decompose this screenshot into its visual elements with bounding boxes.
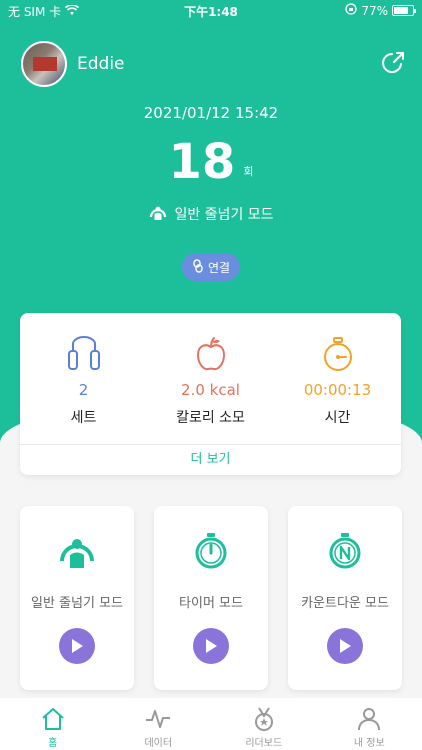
battery-percent: 77% xyxy=(361,3,388,18)
battery-icon xyxy=(392,5,416,16)
play-button[interactable] xyxy=(327,628,363,664)
connect-button[interactable]: 연결 xyxy=(182,253,240,281)
stat-time: 00:00:13 시간 xyxy=(274,335,401,427)
stat-sets-label: 세트 xyxy=(70,410,97,426)
home-icon xyxy=(0,706,106,732)
medal-icon xyxy=(211,706,317,732)
tab-bar: 홈 데이터 리더보드 내 정보 xyxy=(0,698,422,750)
mode-card-normal[interactable]: 일반 줄넘기 모드 xyxy=(20,506,134,690)
jump-rope-person-icon xyxy=(148,202,168,226)
mode-card-normal-label: 일반 줄넘기 모드 xyxy=(31,596,123,611)
stat-calories: 2.0 kcal 칼로리 소모 xyxy=(147,335,274,427)
tab-home-label: 홈 xyxy=(48,738,58,749)
connect-label: 연결 xyxy=(207,260,231,275)
apple-icon xyxy=(147,335,274,373)
jump-rope-person-icon xyxy=(20,530,134,570)
mode-card-countdown[interactable]: 카운트다운 모드 xyxy=(288,506,402,690)
timer-icon xyxy=(154,530,268,570)
more-link[interactable]: 더 보기 xyxy=(20,444,401,475)
status-bar: 无 SIM 卡 下午1:48 77% xyxy=(0,0,422,22)
username: Eddie xyxy=(77,54,125,74)
play-button[interactable] xyxy=(193,628,229,664)
stat-sets: 2 세트 xyxy=(20,335,147,427)
mode-card-countdown-label: 카운트다운 모드 xyxy=(301,596,389,611)
play-button[interactable] xyxy=(59,628,95,664)
chart-icon xyxy=(106,706,212,732)
stats-card: 2 세트 2.0 kcal 칼로리 소모 00:00:13 시간 더 보기 xyxy=(20,313,401,475)
tab-data[interactable]: 데이터 xyxy=(106,698,212,750)
countdown-icon xyxy=(288,530,402,570)
jump-count-unit: 회 xyxy=(243,165,254,179)
stat-calories-label: 칼로리 소모 xyxy=(176,410,245,426)
jump-count: 18 회 xyxy=(0,134,422,190)
current-mode-label: 일반 줄넘기 모드 xyxy=(174,207,274,223)
avatar[interactable] xyxy=(21,41,67,87)
stat-calories-value: 2.0 kcal xyxy=(181,381,240,399)
tab-leaderboard[interactable]: 리더보드 xyxy=(211,698,317,750)
stopwatch-icon xyxy=(274,335,401,373)
mode-card-timer[interactable]: 타이머 모드 xyxy=(154,506,268,690)
tab-my-info-label: 내 정보 xyxy=(353,738,385,749)
person-icon xyxy=(317,706,422,732)
stat-time-label: 시간 xyxy=(324,410,351,426)
tab-data-label: 데이터 xyxy=(144,738,173,749)
tab-my-info[interactable]: 내 정보 xyxy=(317,698,422,750)
jump-rope-icon xyxy=(20,335,147,373)
tab-home[interactable]: 홈 xyxy=(0,698,106,750)
current-mode: 일반 줄넘기 모드 xyxy=(0,202,422,226)
link-icon xyxy=(192,258,204,276)
stat-sets-value: 2 xyxy=(78,381,89,399)
rotation-lock-icon xyxy=(345,3,357,18)
share-icon[interactable] xyxy=(380,50,406,76)
mode-card-timer-label: 타이머 모드 xyxy=(179,596,243,611)
stat-time-value: 00:00:13 xyxy=(303,381,372,399)
session-datetime: 2021/01/12 15:42 xyxy=(143,104,279,122)
jump-count-value: 18 xyxy=(168,134,236,190)
tab-leaderboard-label: 리더보드 xyxy=(245,738,283,749)
